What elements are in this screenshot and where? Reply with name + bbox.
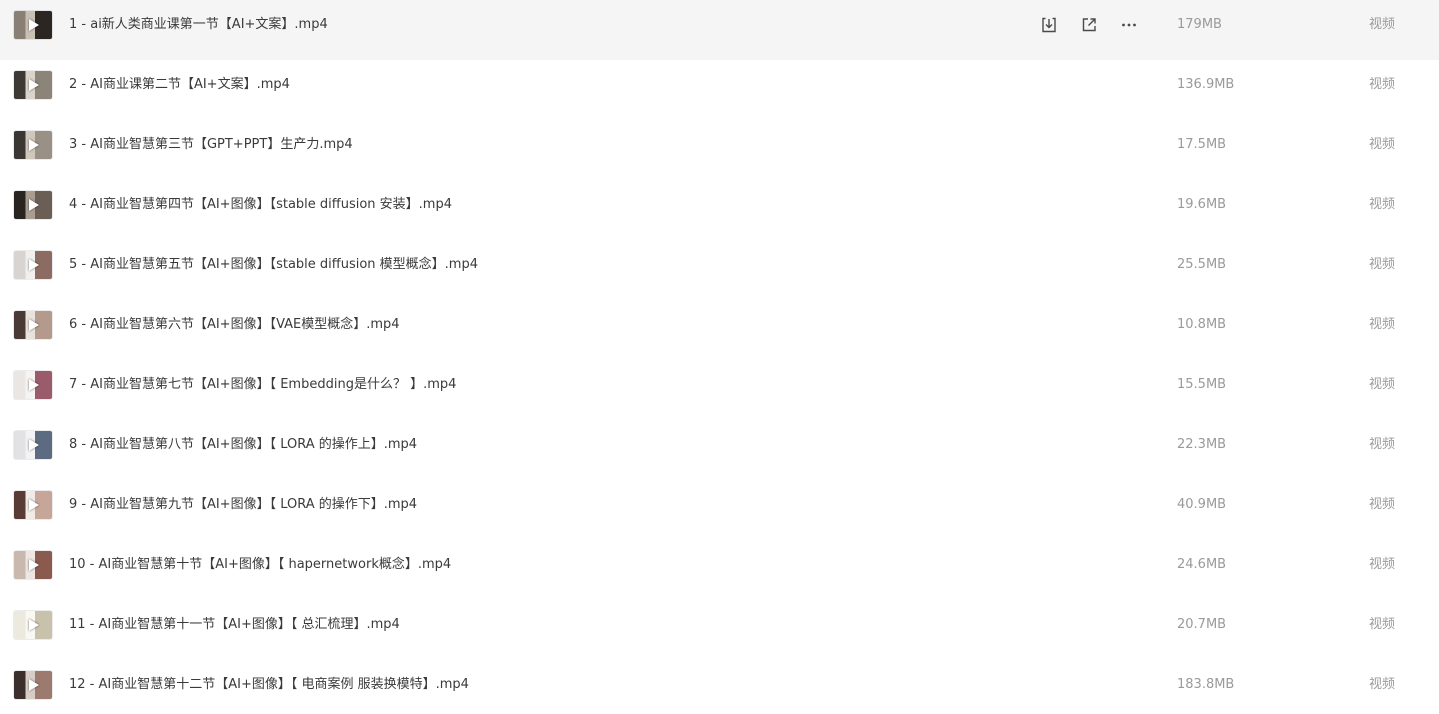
video-thumbnail[interactable] <box>14 191 52 219</box>
video-thumbnail[interactable] <box>14 371 52 399</box>
file-type: 视频 <box>1369 197 1396 212</box>
file-name[interactable]: 4 - AI商业智慧第四节【AI+图像】【stable diffusion 安装… <box>69 196 452 214</box>
file-type: 视频 <box>1369 257 1396 272</box>
video-thumbnail[interactable] <box>14 11 52 39</box>
file-type: 视频 <box>1369 677 1396 692</box>
file-name[interactable]: 3 - AI商业智慧第三节【GPT+PPT】生产力.mp4 <box>69 136 353 154</box>
file-size: 10.8MB <box>1177 317 1227 332</box>
file-size: 183.8MB <box>1177 677 1235 692</box>
file-type: 视频 <box>1369 437 1396 452</box>
download-button[interactable] <box>1039 15 1059 35</box>
file-name[interactable]: 6 - AI商业智慧第六节【AI+图像】【VAE模型概念】.mp4 <box>69 316 400 334</box>
file-type: 视频 <box>1369 77 1396 92</box>
play-icon <box>29 499 39 511</box>
file-size: 20.7MB <box>1177 617 1227 632</box>
more-button[interactable] <box>1119 15 1139 35</box>
file-row[interactable]: 12 - AI商业智慧第十二节【AI+图像】【 电商案例 服装换模特】.mp4 … <box>0 660 1439 714</box>
share-button[interactable] <box>1079 15 1099 35</box>
file-size: 17.5MB <box>1177 137 1227 152</box>
play-icon <box>29 559 39 571</box>
play-icon <box>29 379 39 391</box>
file-name[interactable]: 7 - AI商业智慧第七节【AI+图像】【 Embedding是什么？ 】.mp… <box>69 376 456 394</box>
play-icon <box>29 79 39 91</box>
play-icon <box>29 199 39 211</box>
video-thumbnail[interactable] <box>14 671 52 699</box>
play-icon <box>29 19 39 31</box>
file-row[interactable]: 10 - AI商业智慧第十节【AI+图像】【 hapernetwork概念】.m… <box>0 540 1439 600</box>
file-type: 视频 <box>1369 617 1396 632</box>
file-name[interactable]: 2 - AI商业课第二节【AI+文案】.mp4 <box>69 76 290 94</box>
file-type: 视频 <box>1369 377 1396 392</box>
file-row[interactable]: 8 - AI商业智慧第八节【AI+图像】【 LORA 的操作上】.mp4 22.… <box>0 420 1439 480</box>
file-size: 179MB <box>1177 17 1222 32</box>
file-size: 19.6MB <box>1177 197 1227 212</box>
file-name[interactable]: 8 - AI商业智慧第八节【AI+图像】【 LORA 的操作上】.mp4 <box>69 436 417 454</box>
file-size: 22.3MB <box>1177 437 1227 452</box>
video-thumbnail[interactable] <box>14 311 52 339</box>
file-type: 视频 <box>1369 317 1396 332</box>
video-thumbnail[interactable] <box>14 71 52 99</box>
play-icon <box>29 259 39 271</box>
file-row[interactable]: 4 - AI商业智慧第四节【AI+图像】【stable diffusion 安装… <box>0 180 1439 240</box>
file-row[interactable]: 9 - AI商业智慧第九节【AI+图像】【 LORA 的操作下】.mp4 40.… <box>0 480 1439 540</box>
file-size: 24.6MB <box>1177 557 1227 572</box>
video-thumbnail[interactable] <box>14 551 52 579</box>
file-size: 15.5MB <box>1177 377 1227 392</box>
file-type: 视频 <box>1369 497 1396 512</box>
file-row[interactable]: 3 - AI商业智慧第三节【GPT+PPT】生产力.mp4 17.5MB 视频 <box>0 120 1439 180</box>
file-row[interactable]: 1 - ai新人类商业课第一节【AI+文案】.mp4 179MB 视频 <box>0 0 1439 60</box>
file-size: 136.9MB <box>1177 77 1235 92</box>
video-thumbnail[interactable] <box>14 491 52 519</box>
file-name[interactable]: 5 - AI商业智慧第五节【AI+图像】【stable diffusion 模型… <box>69 256 478 274</box>
download-icon <box>1042 17 1056 33</box>
file-row[interactable]: 5 - AI商业智慧第五节【AI+图像】【stable diffusion 模型… <box>0 240 1439 300</box>
file-row[interactable]: 7 - AI商业智慧第七节【AI+图像】【 Embedding是什么？ 】.mp… <box>0 360 1439 420</box>
file-name[interactable]: 12 - AI商业智慧第十二节【AI+图像】【 电商案例 服装换模特】.mp4 <box>69 676 469 694</box>
share-icon <box>1082 18 1096 32</box>
file-row[interactable]: 11 - AI商业智慧第十一节【AI+图像】【 总汇梳理】.mp4 20.7MB… <box>0 600 1439 660</box>
video-thumbnail[interactable] <box>14 611 52 639</box>
play-icon <box>29 439 39 451</box>
file-type: 视频 <box>1369 557 1396 572</box>
play-icon <box>29 319 39 331</box>
video-thumbnail[interactable] <box>14 131 52 159</box>
more-icon <box>1122 23 1136 27</box>
file-name[interactable]: 1 - ai新人类商业课第一节【AI+文案】.mp4 <box>69 16 328 34</box>
play-icon <box>29 679 39 691</box>
file-name[interactable]: 10 - AI商业智慧第十节【AI+图像】【 hapernetwork概念】.m… <box>69 556 451 574</box>
row-actions <box>1039 15 1139 35</box>
file-size: 40.9MB <box>1177 497 1227 512</box>
file-list: 1 - ai新人类商业课第一节【AI+文案】.mp4 179MB 视频 2 - … <box>0 0 1439 714</box>
file-name[interactable]: 9 - AI商业智慧第九节【AI+图像】【 LORA 的操作下】.mp4 <box>69 496 417 514</box>
file-size: 25.5MB <box>1177 257 1227 272</box>
video-thumbnail[interactable] <box>14 431 52 459</box>
file-name[interactable]: 11 - AI商业智慧第十一节【AI+图像】【 总汇梳理】.mp4 <box>69 616 400 634</box>
file-row[interactable]: 2 - AI商业课第二节【AI+文案】.mp4 136.9MB 视频 <box>0 60 1439 120</box>
file-row[interactable]: 6 - AI商业智慧第六节【AI+图像】【VAE模型概念】.mp4 10.8MB… <box>0 300 1439 360</box>
file-type: 视频 <box>1369 137 1396 152</box>
play-icon <box>29 139 39 151</box>
video-thumbnail[interactable] <box>14 251 52 279</box>
play-icon <box>29 619 39 631</box>
file-type: 视频 <box>1369 17 1396 32</box>
